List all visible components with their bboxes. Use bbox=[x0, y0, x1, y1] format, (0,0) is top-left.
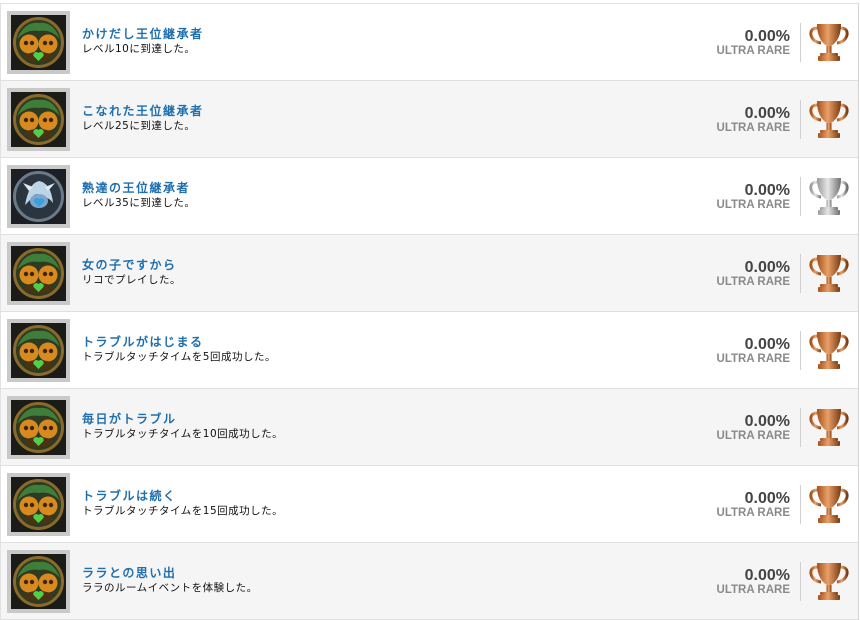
trophy-row[interactable]: トラブルがはじまる トラブルタッチタイムを5回成功した。 0.00% ULTRA… bbox=[1, 311, 858, 388]
trophy-title[interactable]: 熟達の王位継承者 bbox=[82, 181, 195, 196]
rarity-label: ULTRA RARE bbox=[716, 353, 790, 365]
trophy-description: ララのルームイベントを体験した。 bbox=[82, 582, 258, 594]
silver-trophy-icon bbox=[809, 174, 849, 218]
divider bbox=[800, 331, 801, 370]
bronze-trophy-icon bbox=[809, 251, 849, 295]
trophy-percent: 0.00% bbox=[744, 413, 790, 430]
trophy-row[interactable]: こなれた王位継承者 レベル25に到達した。 0.00% ULTRA RARE bbox=[1, 80, 858, 157]
trophy-title[interactable]: 女の子ですから bbox=[82, 258, 181, 273]
trophy-description: トラブルタッチタイムを15回成功した。 bbox=[82, 505, 284, 517]
divider bbox=[800, 23, 801, 62]
trophy-title[interactable]: かけだし王位継承者 bbox=[82, 27, 204, 42]
trophy-title[interactable]: 毎日がトラブル bbox=[82, 412, 283, 427]
divider bbox=[800, 100, 801, 139]
trophy-title[interactable]: ララとの思い出 bbox=[82, 566, 258, 581]
trophy-info: 毎日がトラブル トラブルタッチタイムを10回成功した。 bbox=[82, 412, 283, 441]
trophy-image[interactable] bbox=[7, 550, 70, 613]
divider bbox=[800, 177, 801, 216]
trophy-row[interactable]: トラブルは続く トラブルタッチタイムを15回成功した。 0.00% ULTRA … bbox=[1, 465, 858, 542]
trophy-row[interactable]: 熟達の王位継承者 レベル35に到達した。 0.00% ULTRA RARE bbox=[1, 157, 858, 234]
trophy-rarity-stat: 0.00% ULTRA RARE bbox=[717, 490, 790, 519]
rarity-label: ULTRA RARE bbox=[716, 584, 790, 596]
trophy-percent: 0.00% bbox=[744, 182, 790, 199]
rarity-label: ULTRA RARE bbox=[716, 45, 790, 57]
trophy-description: レベル25に到達した。 bbox=[82, 120, 196, 132]
trophy-image[interactable] bbox=[7, 396, 70, 459]
bronze-trophy-icon bbox=[809, 405, 849, 449]
trophy-description: トラブルタッチタイムを5回成功した。 bbox=[82, 351, 276, 363]
trophy-row[interactable]: かけだし王位継承者 レベル10に到達した。 0.00% ULTRA RARE bbox=[1, 3, 858, 80]
trophy-percent: 0.00% bbox=[744, 259, 790, 276]
trophy-title[interactable]: こなれた王位継承者 bbox=[82, 104, 204, 119]
trophy-description: リコでプレイした。 bbox=[82, 274, 181, 286]
trophy-row[interactable]: 女の子ですから リコでプレイした。 0.00% ULTRA RARE bbox=[1, 234, 858, 311]
divider bbox=[800, 485, 801, 524]
bronze-trophy-icon bbox=[809, 328, 849, 372]
bronze-trophy-icon bbox=[809, 482, 849, 526]
trophy-title[interactable]: トラブルがはじまる bbox=[82, 335, 276, 350]
trophy-percent: 0.00% bbox=[744, 336, 790, 353]
trophy-percent: 0.00% bbox=[744, 490, 790, 507]
divider bbox=[800, 408, 801, 447]
rarity-label: ULTRA RARE bbox=[716, 430, 790, 442]
bronze-trophy-icon bbox=[809, 97, 849, 141]
trophy-rarity-stat: 0.00% ULTRA RARE bbox=[717, 28, 790, 57]
trophy-image[interactable] bbox=[7, 242, 70, 305]
rarity-label: ULTRA RARE bbox=[716, 122, 790, 134]
trophy-image[interactable] bbox=[7, 165, 70, 228]
trophy-percent: 0.00% bbox=[744, 567, 790, 584]
bronze-trophy-icon bbox=[809, 559, 849, 603]
trophy-info: トラブルは続く トラブルタッチタイムを15回成功した。 bbox=[82, 489, 283, 518]
bronze-trophy-icon bbox=[809, 20, 849, 64]
trophy-title[interactable]: トラブルは続く bbox=[82, 489, 283, 504]
trophy-row[interactable]: 毎日がトラブル トラブルタッチタイムを10回成功した。 0.00% ULTRA … bbox=[1, 388, 858, 465]
trophy-info: ララとの思い出 ララのルームイベントを体験した。 bbox=[82, 566, 258, 595]
divider bbox=[800, 254, 801, 293]
trophy-image[interactable] bbox=[7, 473, 70, 536]
trophy-percent: 0.00% bbox=[744, 28, 790, 45]
trophy-rarity-stat: 0.00% ULTRA RARE bbox=[717, 336, 790, 365]
trophy-list: かけだし王位継承者 レベル10に到達した。 0.00% ULTRA RARE こ… bbox=[0, 3, 859, 620]
trophy-rarity-stat: 0.00% ULTRA RARE bbox=[717, 413, 790, 442]
trophy-image[interactable] bbox=[7, 88, 70, 151]
rarity-label: ULTRA RARE bbox=[716, 507, 790, 519]
trophy-info: 熟達の王位継承者 レベル35に到達した。 bbox=[82, 181, 195, 210]
trophy-image[interactable] bbox=[7, 319, 70, 382]
rarity-label: ULTRA RARE bbox=[716, 276, 790, 288]
trophy-rarity-stat: 0.00% ULTRA RARE bbox=[717, 259, 790, 288]
trophy-image[interactable] bbox=[7, 11, 70, 74]
trophy-rarity-stat: 0.00% ULTRA RARE bbox=[717, 105, 790, 134]
trophy-row[interactable]: ララとの思い出 ララのルームイベントを体験した。 0.00% ULTRA RAR… bbox=[1, 542, 858, 620]
trophy-description: トラブルタッチタイムを10回成功した。 bbox=[82, 428, 284, 440]
trophy-description: レベル35に到達した。 bbox=[82, 197, 196, 209]
trophy-info: 女の子ですから リコでプレイした。 bbox=[82, 258, 181, 287]
divider bbox=[800, 562, 801, 601]
trophy-rarity-stat: 0.00% ULTRA RARE bbox=[717, 182, 790, 211]
trophy-info: かけだし王位継承者 レベル10に到達した。 bbox=[82, 27, 204, 56]
trophy-info: トラブルがはじまる トラブルタッチタイムを5回成功した。 bbox=[82, 335, 276, 364]
trophy-info: こなれた王位継承者 レベル25に到達した。 bbox=[82, 104, 204, 133]
trophy-percent: 0.00% bbox=[744, 105, 790, 122]
rarity-label: ULTRA RARE bbox=[716, 199, 790, 211]
trophy-description: レベル10に到達した。 bbox=[82, 43, 196, 55]
trophy-rarity-stat: 0.00% ULTRA RARE bbox=[717, 567, 790, 596]
